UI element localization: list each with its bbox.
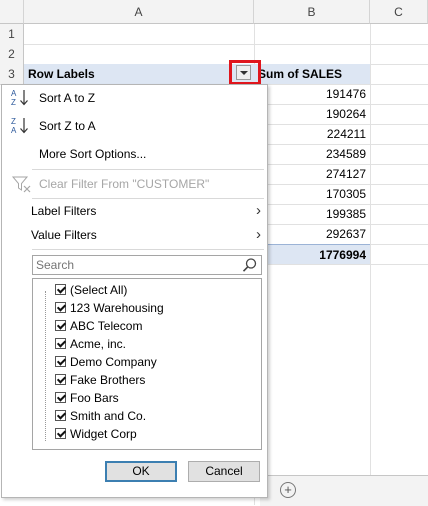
pivot-sum-header[interactable]: Sum of SALES bbox=[254, 64, 370, 84]
select-all-corner[interactable] bbox=[0, 0, 24, 24]
checkbox[interactable] bbox=[55, 374, 66, 385]
list-item-label: Foo Bars bbox=[70, 391, 119, 405]
more-sort-label: More Sort Options... bbox=[39, 147, 147, 161]
pivot-value[interactable]: 191476 bbox=[254, 84, 370, 104]
list-item-label: Demo Company bbox=[70, 355, 157, 369]
svg-text:Z: Z bbox=[11, 98, 16, 107]
sort-ascending-icon: AZ bbox=[10, 88, 34, 108]
tree-line bbox=[45, 291, 46, 441]
sort-descending-icon: ZA bbox=[10, 116, 34, 136]
highlight-box bbox=[229, 60, 261, 85]
cancel-button[interactable]: Cancel bbox=[188, 461, 260, 482]
checkbox[interactable] bbox=[55, 392, 66, 403]
value-filters-label: Value Filters bbox=[31, 228, 97, 242]
pivot-grand-total[interactable]: 1776994 bbox=[254, 244, 370, 264]
column-header-c[interactable]: C bbox=[370, 0, 428, 24]
menu-item-clear-filter: Clear Filter From "CUSTOMER" bbox=[2, 172, 267, 196]
checkbox[interactable] bbox=[55, 410, 66, 421]
plus-circle-icon[interactable]: + bbox=[280, 482, 296, 498]
row-header-3[interactable]: 3 bbox=[0, 64, 24, 85]
search-input[interactable] bbox=[33, 256, 239, 274]
list-item-label: Acme, inc. bbox=[70, 337, 127, 351]
ok-button[interactable]: OK bbox=[105, 461, 177, 482]
list-item-label: 123 Warehousing bbox=[70, 301, 164, 315]
svg-text:A: A bbox=[11, 126, 17, 135]
filter-popup: AZ Sort A to Z ZA Sort Z to A More Sort … bbox=[1, 84, 268, 498]
menu-item-value-filters[interactable]: Value Filters › bbox=[2, 223, 267, 247]
label-filters-label: Label Filters bbox=[31, 204, 97, 218]
checkbox[interactable] bbox=[55, 356, 66, 367]
list-item-label: Smith and Co. bbox=[70, 409, 147, 423]
list-item-label: (Select All) bbox=[70, 283, 128, 297]
magnifier-icon[interactable] bbox=[242, 257, 258, 276]
search-box bbox=[32, 255, 262, 275]
list-item-label: ABC Telecom bbox=[70, 319, 143, 333]
checkbox[interactable] bbox=[55, 338, 66, 349]
svg-text:A: A bbox=[11, 89, 17, 98]
clear-filter-icon bbox=[10, 174, 34, 194]
checkbox[interactable] bbox=[55, 428, 66, 439]
list-item-label: Fake Brothers bbox=[70, 373, 146, 387]
row-header-2[interactable]: 2 bbox=[0, 44, 24, 65]
checkbox[interactable] bbox=[55, 284, 66, 295]
pivot-value[interactable]: 190264 bbox=[254, 104, 370, 124]
pivot-value[interactable]: 224211 bbox=[254, 124, 370, 144]
menu-separator bbox=[32, 169, 264, 170]
pivot-value[interactable]: 274127 bbox=[254, 164, 370, 184]
pivot-value[interactable]: 292637 bbox=[254, 224, 370, 244]
column-header-a[interactable]: A bbox=[24, 0, 254, 24]
menu-item-more-sort[interactable]: More Sort Options... bbox=[2, 142, 267, 166]
chevron-right-icon: › bbox=[256, 226, 261, 243]
sort-az-label: Sort A to Z bbox=[39, 91, 96, 105]
pivot-value[interactable]: 199385 bbox=[254, 204, 370, 224]
clear-filter-label: Clear Filter From "CUSTOMER" bbox=[39, 177, 210, 191]
checkbox[interactable] bbox=[55, 320, 66, 331]
menu-item-label-filters[interactable]: Label Filters › bbox=[2, 199, 267, 223]
grid-line bbox=[24, 44, 428, 45]
filter-list: (Select All) 123 Warehousing ABC Telecom… bbox=[32, 278, 262, 450]
svg-text:Z: Z bbox=[11, 117, 16, 126]
menu-item-sort-za[interactable]: ZA Sort Z to A bbox=[2, 114, 267, 138]
column-header-b[interactable]: B bbox=[254, 0, 370, 24]
chevron-right-icon: › bbox=[256, 202, 261, 219]
pivot-row-labels-header[interactable]: Row Labels bbox=[24, 64, 254, 84]
pivot-value[interactable]: 170305 bbox=[254, 184, 370, 204]
sort-za-label: Sort Z to A bbox=[39, 119, 96, 133]
pivot-value[interactable]: 234589 bbox=[254, 144, 370, 164]
row-header-1[interactable]: 1 bbox=[0, 24, 24, 45]
list-item-label: Widget Corp bbox=[70, 427, 137, 441]
menu-item-sort-az[interactable]: AZ Sort A to Z bbox=[2, 86, 267, 110]
checkbox[interactable] bbox=[55, 302, 66, 313]
menu-separator bbox=[32, 249, 264, 250]
